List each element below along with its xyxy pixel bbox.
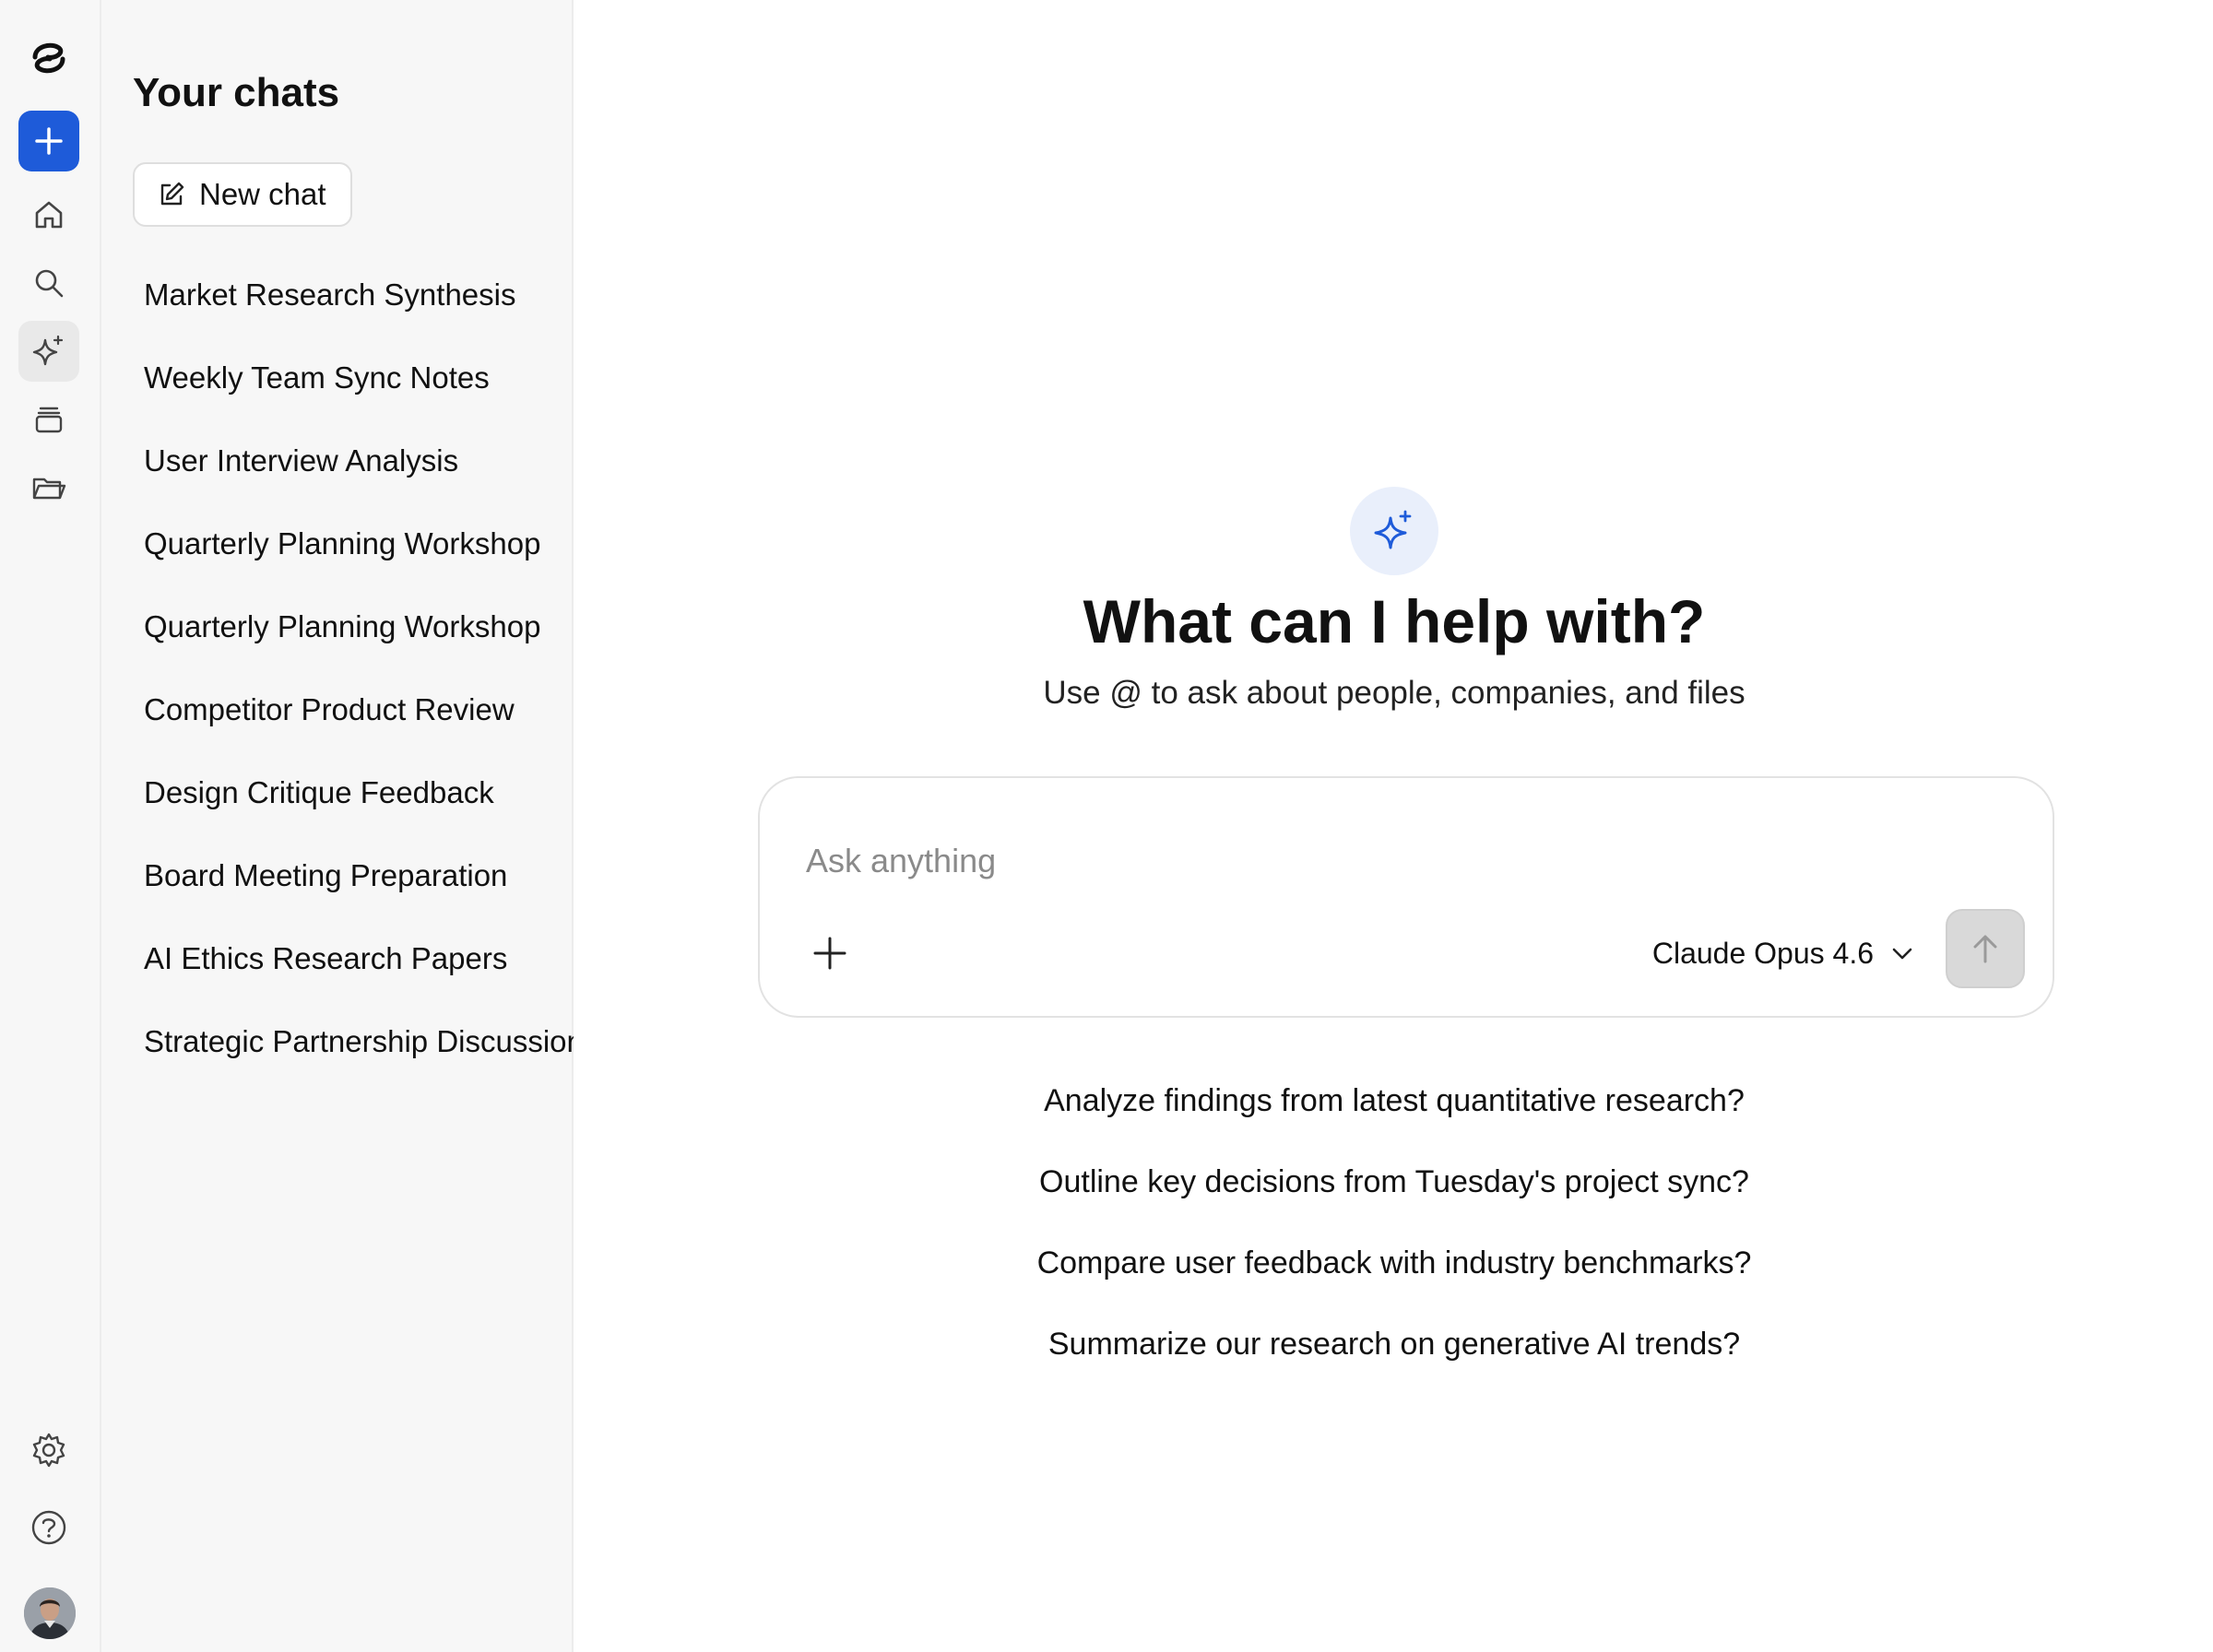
new-chat-label: New chat bbox=[199, 177, 326, 211]
chat-list: Market Research Synthesis Weekly Team Sy… bbox=[144, 267, 584, 1097]
chat-item[interactable]: Board Meeting Preparation bbox=[144, 848, 577, 931]
chat-item[interactable]: Design Critique Feedback bbox=[144, 765, 577, 848]
model-selector[interactable]: Claude Opus 4.6 bbox=[1652, 931, 1914, 975]
chat-item[interactable]: Quarterly Planning Workshop bbox=[144, 516, 577, 599]
assistant-button[interactable] bbox=[18, 321, 79, 382]
suggestion-item[interactable]: Summarize our research on generative AI … bbox=[574, 1316, 2213, 1398]
composer: Claude Opus 4.6 bbox=[758, 776, 2054, 1018]
chevron-down-icon bbox=[1892, 948, 1912, 960]
page-title: What can I help with? bbox=[1083, 587, 1706, 655]
plus-icon bbox=[35, 127, 63, 155]
help-icon bbox=[31, 1510, 66, 1545]
suggestion-item[interactable]: Analyze findings from latest quantitativ… bbox=[574, 1073, 2213, 1154]
page-subtitle: Use @ to ask about people, companies, an… bbox=[1043, 675, 1746, 711]
search-icon bbox=[35, 269, 64, 298]
panel-title: Your chats bbox=[133, 70, 340, 115]
send-button[interactable] bbox=[1946, 909, 2025, 988]
prompt-input[interactable] bbox=[804, 833, 1818, 889]
logo-icon[interactable] bbox=[28, 37, 70, 79]
main-content: What can I help with? Use @ to ask about… bbox=[574, 0, 2213, 1652]
chat-item[interactable]: Competitor Product Review bbox=[144, 682, 577, 765]
home-button[interactable] bbox=[18, 184, 79, 245]
settings-button[interactable] bbox=[18, 1420, 79, 1481]
chat-list-panel: Your chats New chat Market Research Synt… bbox=[101, 0, 584, 1652]
chat-item[interactable]: Market Research Synthesis bbox=[144, 267, 577, 350]
app-window: Your chats New chat Market Research Synt… bbox=[0, 0, 2213, 1652]
help-button[interactable] bbox=[18, 1497, 79, 1558]
sparkle-icon bbox=[1350, 487, 1438, 575]
chat-item[interactable]: Strategic Partnership Discussion bbox=[144, 1014, 584, 1097]
chat-item[interactable]: User Interview Analysis bbox=[144, 433, 577, 516]
search-button[interactable] bbox=[18, 253, 79, 313]
icon-rail bbox=[0, 0, 101, 1652]
model-label: Claude Opus 4.6 bbox=[1651, 936, 1874, 970]
chat-item[interactable]: AI Ethics Research Papers bbox=[144, 931, 577, 1014]
avatar[interactable] bbox=[24, 1587, 76, 1639]
chat-item[interactable]: Weekly Team Sync Notes bbox=[144, 350, 577, 433]
suggestion-item[interactable]: Compare user feedback with industry benc… bbox=[574, 1235, 2213, 1316]
home-icon bbox=[35, 201, 63, 229]
chat-item[interactable]: Quarterly Planning Workshop bbox=[144, 599, 577, 682]
edit-icon bbox=[160, 182, 184, 206]
library-button[interactable] bbox=[18, 389, 79, 450]
gear-icon bbox=[32, 1433, 65, 1468]
new-chat-rail-button[interactable] bbox=[18, 111, 79, 171]
stack-icon bbox=[35, 407, 63, 433]
arrow-up-icon bbox=[1973, 935, 1997, 963]
suggestion-list: Analyze findings from latest quantitativ… bbox=[574, 1073, 2213, 1398]
plus-icon bbox=[813, 937, 846, 970]
folder-icon bbox=[32, 478, 66, 500]
files-button[interactable] bbox=[18, 457, 79, 518]
attach-button[interactable] bbox=[808, 931, 852, 975]
sparkle-icon bbox=[32, 335, 64, 366]
suggestion-item[interactable]: Outline key decisions from Tuesday's pro… bbox=[574, 1154, 2213, 1235]
new-chat-button[interactable]: New chat bbox=[133, 162, 352, 227]
